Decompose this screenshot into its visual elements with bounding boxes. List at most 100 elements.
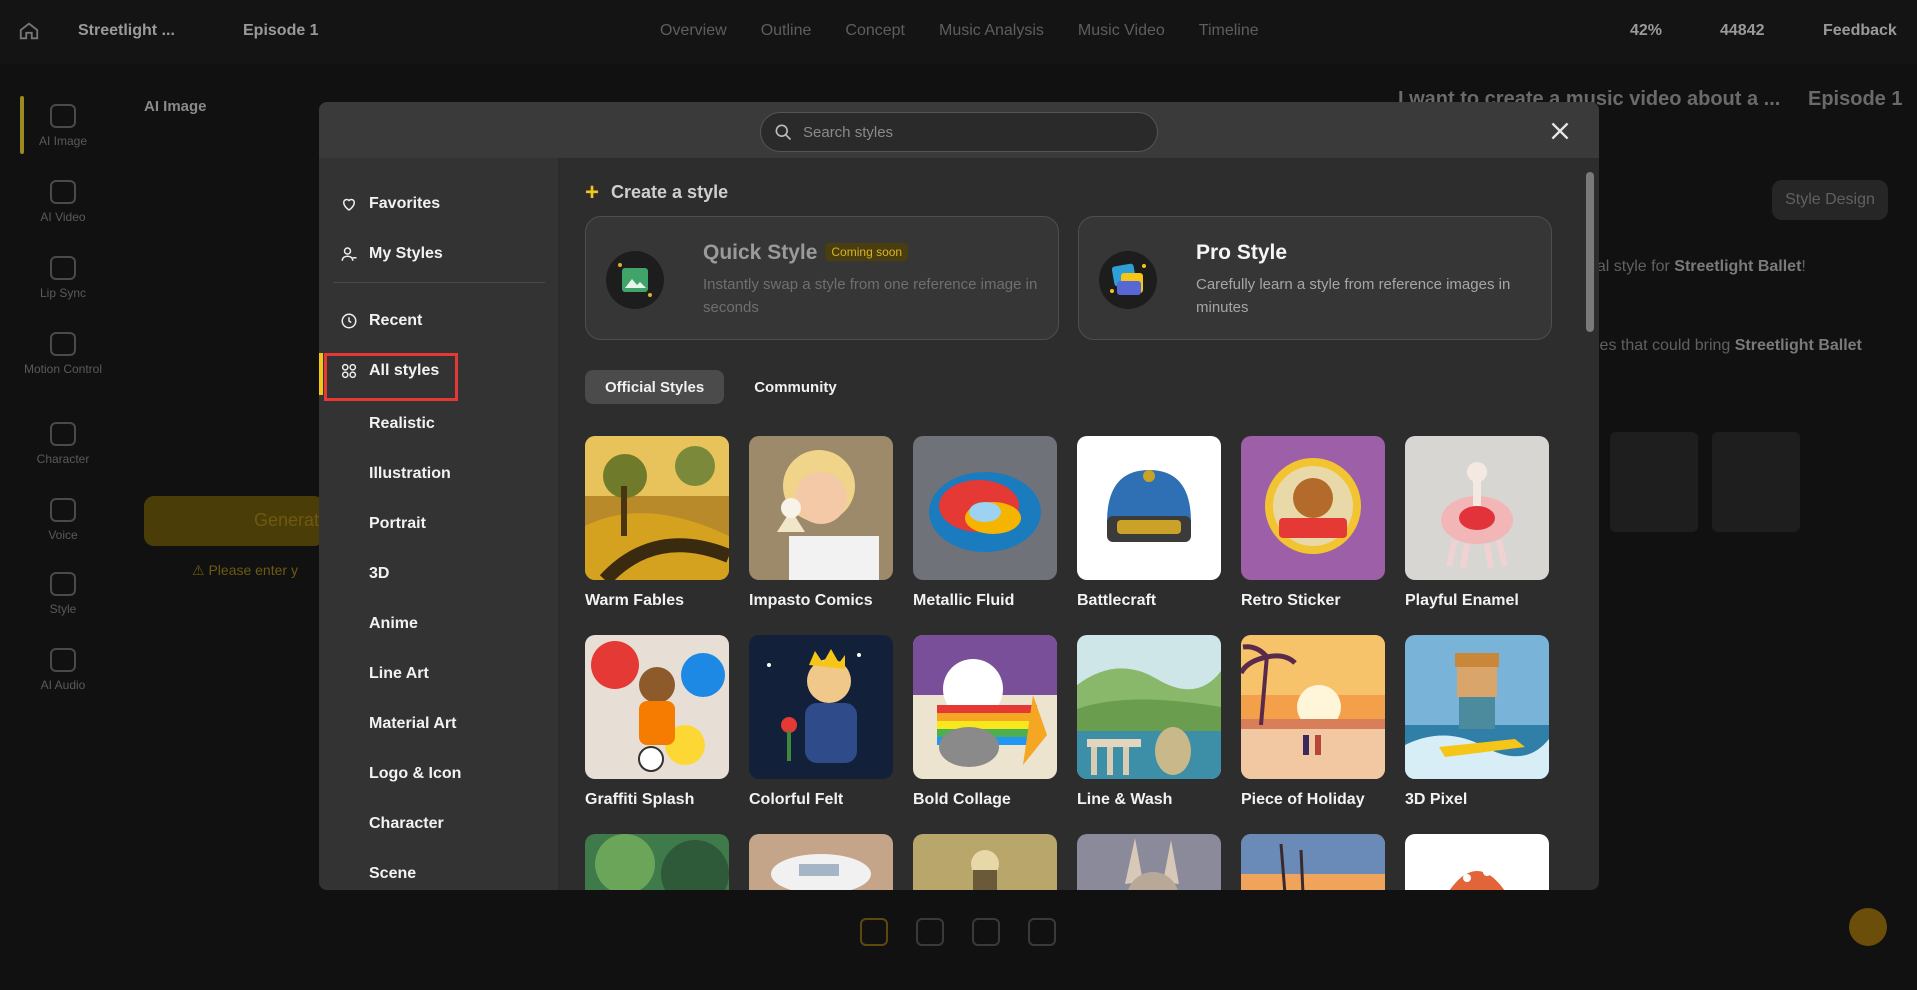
- rail-style[interactable]: Style: [20, 572, 106, 616]
- style-card-battlecraft[interactable]: Battlecraft: [1077, 436, 1221, 610]
- rail-character[interactable]: Character: [20, 422, 106, 466]
- style-label: Retro Sticker: [1241, 592, 1341, 609]
- category-realistic[interactable]: Realistic: [369, 415, 435, 433]
- zoom-select[interactable]: 42%: [1630, 22, 1662, 40]
- top-bar: Streetlight ... Episode 1 Overview Outli…: [0, 0, 1917, 64]
- style-card[interactable]: [585, 834, 729, 890]
- text-bold: Streetlight Ballet: [1734, 337, 1862, 354]
- tab-community[interactable]: Community: [734, 370, 857, 404]
- nav-music-video[interactable]: Music Video: [1078, 22, 1165, 40]
- rail-voice[interactable]: Voice: [20, 498, 106, 542]
- heart-icon: [339, 194, 359, 214]
- project-name[interactable]: Streetlight ...: [78, 22, 175, 40]
- generate-label: Generate: [254, 510, 330, 530]
- style-card[interactable]: [1077, 834, 1221, 890]
- style-card-line-wash[interactable]: Line & Wash: [1077, 635, 1221, 809]
- style-card-graffiti-splash[interactable]: Graffiti Splash: [585, 635, 729, 809]
- user-icon: [339, 244, 359, 264]
- text-tool-icon[interactable]: [972, 918, 1000, 946]
- sidebar-divider: [333, 282, 545, 283]
- style-thumbnail[interactable]: [1712, 432, 1800, 532]
- style-card-retro-sticker[interactable]: Retro Sticker: [1241, 436, 1385, 610]
- style-card[interactable]: [913, 834, 1057, 890]
- episode-select[interactable]: Episode 1: [243, 22, 319, 40]
- style-card-3d-pixel[interactable]: 3D Pixel: [1405, 635, 1549, 809]
- style-design-button[interactable]: Style Design: [1772, 180, 1888, 220]
- quick-style-card[interactable]: Quick Style Coming soon Instantly swap a …: [585, 216, 1059, 340]
- style-card-bold-collage[interactable]: Bold Collage: [913, 635, 1057, 809]
- style-thumbnail: [1077, 834, 1221, 890]
- style-label: Battlecraft: [1077, 592, 1157, 609]
- category-illustration[interactable]: Illustration: [369, 465, 451, 483]
- style-thumbnail: [913, 635, 1057, 779]
- scrollbar-thumb[interactable]: [1586, 172, 1594, 332]
- category-portrait[interactable]: Portrait: [369, 515, 426, 533]
- generate-button[interactable]: Generate: [144, 496, 329, 546]
- nav-timeline[interactable]: Timeline: [1199, 22, 1259, 40]
- rail-ai-video[interactable]: AI Video: [20, 180, 106, 224]
- category-character[interactable]: Character: [369, 815, 444, 833]
- nav-concept[interactable]: Concept: [845, 22, 905, 40]
- sidebar-label: My Styles: [369, 245, 443, 262]
- style-card-playful-enamel[interactable]: Playful Enamel: [1405, 436, 1549, 610]
- style-card-metallic-fluid[interactable]: Metallic Fluid: [913, 436, 1057, 610]
- rail-ai-audio[interactable]: AI Audio: [20, 648, 106, 692]
- category-material-art[interactable]: Material Art: [369, 715, 456, 733]
- style-card-piece-of-holiday[interactable]: Piece of Holiday: [1241, 635, 1385, 809]
- rail-label: AI Image: [38, 134, 88, 148]
- close-icon[interactable]: [1547, 118, 1573, 144]
- style-picker-modal: Favorites My Styles Recent All styles Re…: [319, 102, 1599, 890]
- style-thumbnail: [585, 834, 729, 890]
- quick-style-icon: [606, 251, 664, 309]
- scrollbar[interactable]: [1585, 168, 1595, 888]
- card-title-text: Quick Style: [703, 241, 818, 264]
- upload-tool-icon[interactable]: [1028, 918, 1056, 946]
- rail-ai-image[interactable]: AI Image: [20, 104, 106, 148]
- search-box[interactable]: [760, 112, 1158, 152]
- assistant-button[interactable]: [1849, 908, 1887, 946]
- style-card[interactable]: [749, 834, 893, 890]
- style-label: Colorful Felt: [749, 791, 844, 808]
- category-line-art[interactable]: Line Art: [369, 665, 429, 683]
- search-icon: [775, 124, 792, 141]
- select-tool-icon[interactable]: [860, 918, 888, 946]
- style-thumbnail: [1241, 635, 1385, 779]
- nav-outline[interactable]: Outline: [761, 22, 812, 40]
- warning-text: ⚠ Please enter y: [192, 562, 298, 578]
- hand-tool-icon[interactable]: [916, 918, 944, 946]
- home-icon[interactable]: [18, 20, 40, 42]
- rail-motion-control[interactable]: Motion Control: [20, 332, 106, 376]
- style-thumbnail[interactable]: [1610, 432, 1698, 532]
- nav-music-analysis[interactable]: Music Analysis: [939, 22, 1044, 40]
- selection-highlight: [324, 353, 458, 401]
- category-logo-icon[interactable]: Logo & Icon: [369, 765, 461, 783]
- nav-overview[interactable]: Overview: [660, 22, 727, 40]
- style-card[interactable]: [1405, 834, 1549, 890]
- sidebar-label: Favorites: [369, 195, 441, 212]
- style-thumbnail: [585, 436, 729, 580]
- sidebar-item-recent[interactable]: Recent: [339, 307, 422, 335]
- sidebar-item-favorites[interactable]: Favorites: [339, 190, 440, 218]
- rail-label: AI Audio: [40, 678, 86, 692]
- style-thumbnail: [585, 635, 729, 779]
- create-style-button[interactable]: + Create a style: [585, 180, 728, 204]
- sidebar-item-my-styles[interactable]: My Styles: [339, 240, 443, 268]
- pro-style-title: Pro Style: [1196, 241, 1288, 264]
- style-card[interactable]: [1241, 834, 1385, 890]
- pro-style-card[interactable]: Pro Style Carefully learn a style from r…: [1078, 216, 1552, 340]
- style-thumbnail: [1241, 436, 1385, 580]
- style-thumbnail: [1405, 436, 1549, 580]
- search-input[interactable]: [803, 123, 1143, 141]
- tab-official-styles[interactable]: Official Styles: [585, 370, 725, 404]
- category-3d[interactable]: 3D: [369, 565, 389, 583]
- style-tabs: Official Styles Community: [585, 370, 857, 404]
- style-card-colorful-felt[interactable]: Colorful Felt: [749, 635, 893, 809]
- category-anime[interactable]: Anime: [369, 615, 418, 633]
- style-card-warm-fables[interactable]: Warm Fables: [585, 436, 729, 610]
- style-card-impasto-comics[interactable]: Impasto Comics: [749, 436, 893, 610]
- category-scene[interactable]: Scene: [369, 865, 416, 883]
- feedback-button[interactable]: Feedback: [1823, 22, 1897, 40]
- ai-image-panel-title: AI Image: [144, 98, 207, 115]
- style-thumbnail: [1405, 834, 1549, 890]
- rail-lip-sync[interactable]: Lip Sync: [20, 256, 106, 300]
